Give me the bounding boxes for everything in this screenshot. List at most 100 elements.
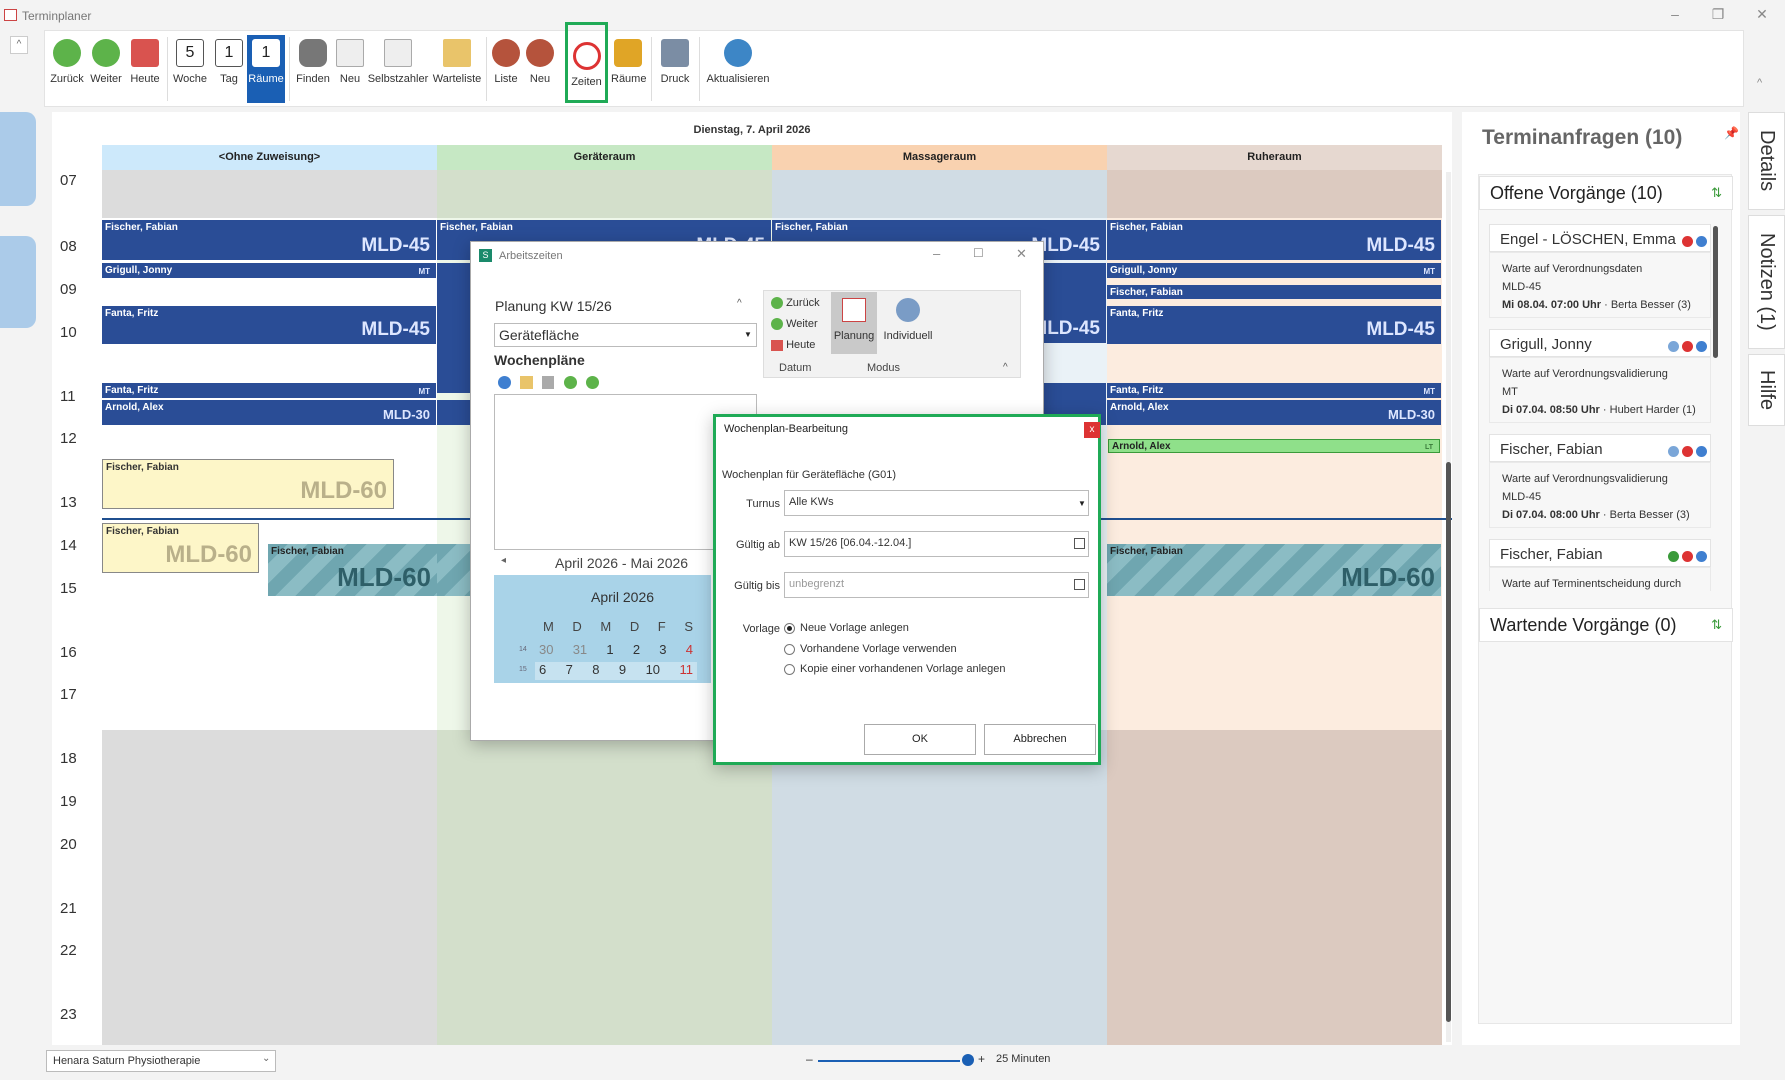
planning-mode-button[interactable]: Planung	[831, 292, 877, 354]
close-icon[interactable]: ✕	[1752, 6, 1772, 23]
radio-new-template[interactable]: Neue Vorlage anlegen	[784, 622, 909, 634]
separator	[167, 37, 168, 101]
day-calendar-icon: 1	[215, 39, 243, 67]
requests-scroll-thumb[interactable]	[1713, 226, 1718, 358]
appointment[interactable]: Fanta, Fritz MT	[1107, 383, 1441, 398]
zoom-slider-handle[interactable]	[962, 1054, 974, 1066]
new-document-icon	[336, 39, 364, 67]
add-plan-icon[interactable]	[498, 376, 511, 389]
delete-plan-icon[interactable]	[542, 376, 554, 389]
week-calendar-icon: 5	[176, 39, 204, 67]
patient-list-button[interactable]: Liste	[490, 35, 522, 103]
dialog-heading: Wochenplan für Gerätefläche (G01)	[722, 469, 897, 481]
tab-notes[interactable]: Notizen (1)	[1748, 215, 1785, 349]
collapse-icon[interactable]: ^	[1003, 362, 1008, 373]
tab-help[interactable]: Hilfe	[1748, 354, 1785, 426]
hour-label: 13	[60, 494, 77, 511]
maximize-icon[interactable]: ☐	[973, 246, 984, 260]
request-item[interactable]: Grigull, Jonny Warte auf Verordnungsvali…	[1489, 329, 1711, 423]
rooms-view-button[interactable]: 1 Räume	[247, 35, 285, 103]
hour-label: 10	[60, 324, 77, 341]
forward-button[interactable]: Weiter	[87, 35, 125, 103]
appointment[interactable]: Grigull, Jonny MT	[102, 263, 436, 278]
request-item[interactable]: Fischer, Fabian Warte auf Termin­entsche…	[1489, 539, 1711, 591]
arrow-left-icon	[771, 297, 783, 310]
collapse-panel-icon[interactable]: ^	[10, 36, 28, 54]
area-select[interactable]: Gerätefläche	[494, 323, 757, 347]
app-window: Terminplaner – ❐ ✕ ^ Zurück Weiter Heute…	[0, 0, 1785, 1080]
hour-label: 16	[60, 644, 77, 661]
radio-existing-template[interactable]: Vorhandene Vorlage verwenden	[784, 643, 957, 655]
appointment[interactable]: Fanta, Fritz MLD-45	[102, 306, 436, 344]
printer-icon	[661, 39, 689, 67]
turnus-select[interactable]: Alle KWs	[784, 490, 1089, 516]
collapse-ribbon-icon[interactable]: ^	[1757, 77, 1762, 89]
today-button[interactable]: Heute	[127, 35, 163, 103]
calendar-scroll-thumb[interactable]	[1446, 462, 1451, 1022]
dialog-today-button[interactable]: Heute	[771, 339, 815, 351]
close-icon[interactable]: x	[1084, 422, 1100, 438]
calendar-picker-icon[interactable]	[1074, 579, 1085, 590]
app-logo-icon: S	[479, 249, 492, 262]
pin-icon[interactable]: 📌	[1724, 126, 1739, 140]
appointment[interactable]: Grigull, Jonny MT	[1107, 263, 1441, 278]
appointment[interactable]: Fischer, Fabian MLD-60	[1107, 544, 1441, 596]
week-row[interactable]: 30 31 1 2 3 4	[539, 642, 693, 657]
mini-overview-tile[interactable]	[0, 236, 36, 328]
valid-from-field[interactable]: KW 15/26 [06.04.-12.04.]	[784, 531, 1089, 557]
week-row[interactable]: 6 7 8 9 10 11	[539, 662, 693, 677]
print-button[interactable]: Druck	[657, 35, 693, 103]
restore-icon[interactable]: ❐	[1708, 6, 1728, 23]
appointment[interactable]: Fischer, Fabian MLD-60	[102, 523, 259, 573]
rooms-lock-button[interactable]: Räume	[611, 35, 646, 103]
back-button[interactable]: Zurück	[49, 35, 85, 103]
appointment[interactable]: Arnold, Alex MLD-30	[102, 400, 436, 425]
tab-details[interactable]: Details	[1748, 112, 1785, 210]
minimize-icon[interactable]: –	[1665, 6, 1685, 22]
new-appointment-button[interactable]: Neu	[335, 35, 365, 103]
appointment[interactable]: Fischer, FabianMLD-45	[102, 220, 436, 260]
appointment[interactable]: Fischer, FabianMLD-45	[1107, 220, 1441, 260]
appointment[interactable]: Fischer, Fabian	[1107, 285, 1441, 299]
appointment[interactable]: Arnold, Alex LT	[1108, 439, 1440, 453]
dialog-back-button[interactable]: Zurück	[771, 297, 820, 310]
request-item[interactable]: Engel - LÖSCHEN, Emma Warte auf Verordnu…	[1489, 224, 1711, 318]
minimize-icon[interactable]: –	[933, 246, 940, 261]
patients-icon	[492, 39, 520, 67]
mini-calendar-tile[interactable]	[0, 112, 36, 206]
move-up-icon[interactable]	[564, 376, 577, 389]
edit-plan-icon[interactable]	[520, 376, 533, 389]
dialog-forward-button[interactable]: Weiter	[771, 318, 818, 331]
cancel-button[interactable]: Abbrechen	[984, 724, 1096, 755]
new-patient-button[interactable]: Neu	[525, 35, 555, 103]
collapse-icon[interactable]: ^	[737, 298, 742, 309]
working-hours-button[interactable]: Zeiten	[565, 22, 608, 103]
waiting-requests-header[interactable]: Wartende Vorgänge (0) ⇅	[1479, 608, 1733, 642]
appointment[interactable]: Fischer, Fabian MLD-60	[268, 544, 437, 596]
zoom-in-icon[interactable]: +	[978, 1052, 985, 1066]
delete-icon	[1682, 445, 1693, 457]
zoom-slider[interactable]	[818, 1060, 960, 1062]
zoom-out-icon[interactable]: –	[806, 1052, 813, 1066]
ok-button[interactable]: OK	[864, 724, 976, 755]
appointment[interactable]: Arnold, Alex MLD-30	[1107, 400, 1441, 425]
request-item[interactable]: Fischer, Fabian Warte auf Verordnungsval…	[1489, 434, 1711, 528]
calendar-picker-icon[interactable]	[1074, 538, 1085, 549]
appointment[interactable]: Fischer, Fabian MLD-60	[102, 459, 394, 509]
week-view-button[interactable]: 5 Woche	[170, 35, 210, 103]
waitlist-button[interactable]: Warteliste	[431, 35, 483, 103]
close-icon[interactable]: ✕	[1016, 246, 1027, 262]
prev-month-icon[interactable]: ◂	[501, 555, 506, 566]
find-button[interactable]: Finden	[293, 35, 333, 103]
radio-copy-template[interactable]: Kopie einer vorhandenen Vorlage anlegen	[784, 663, 1006, 675]
refresh-button[interactable]: Aktualisieren	[705, 35, 771, 103]
self-payer-button[interactable]: Selbstzahler	[367, 35, 429, 103]
practice-select[interactable]: Henara Saturn Physiotherapie	[46, 1050, 276, 1072]
appointment[interactable]: Fanta, Fritz MT	[102, 383, 436, 398]
individual-mode-button[interactable]: Individuell	[881, 292, 935, 354]
open-requests-header[interactable]: Offene Vorgänge (10) ⇅	[1479, 176, 1733, 210]
move-down-icon[interactable]	[586, 376, 599, 389]
day-view-button[interactable]: 1 Tag	[213, 35, 245, 103]
appointment[interactable]: Fanta, Fritz MLD-45	[1107, 306, 1441, 344]
valid-until-field[interactable]: unbegrenzt	[784, 572, 1089, 598]
